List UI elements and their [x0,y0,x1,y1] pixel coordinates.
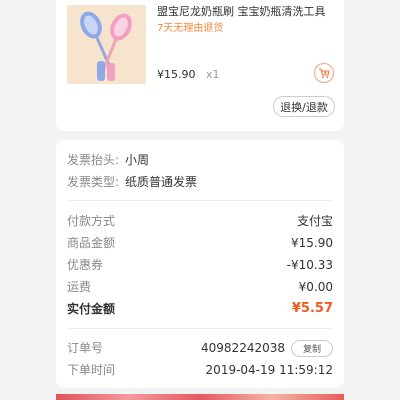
goods-amount-label: 商品金额 [67,236,116,250]
total-paid-label: 实付金额 [67,302,116,316]
invoice-header-label: 发票抬头: [67,153,120,167]
payment-method-label: 付款方式 [67,214,116,228]
product-image[interactable] [67,5,146,84]
payment-method-value: 支付宝 [296,214,333,228]
coupon-label: 优惠券 [67,258,104,272]
order-number-value: 40982242038 [201,341,285,355]
product-card: 盟宝尼龙奶瓶刷 宝宝奶瓶清洗工具 7天无理由退货 ¥15.90 x1 退换/退款 [56,0,344,131]
order-number-row: 订单号 40982242038 复制 [67,339,333,357]
product-title[interactable]: 盟宝尼龙奶瓶刷 宝宝奶瓶清洗工具 [157,5,337,19]
coupon-value: -¥10.33 [286,258,333,272]
shipping-value: ¥0.00 [298,280,333,294]
shipping-row: 运费 ¥0.00 [67,279,333,295]
invoice-header-value: 小周 [125,153,150,167]
bottom-banner-strip [56,394,344,400]
return-policy-tag: 7天无理由退货 [157,23,224,34]
cart-add-icon [319,68,330,79]
product-price: ¥15.90 [157,68,196,81]
copy-order-number-button[interactable]: 复制 [291,339,333,357]
goods-amount-row: 商品金额 ¥15.90 [67,235,333,251]
divider [67,328,333,329]
goods-amount-value: ¥15.90 [291,236,333,250]
order-details-card: 发票抬头: 小周 发票类型: 纸质普通发票 付款方式 支付宝 商品金额 ¥15.… [56,140,344,388]
divider [67,200,333,201]
invoice-header-row: 发票抬头: 小周 [67,152,333,168]
total-paid-row: 实付金额 ¥5.57 [67,301,333,317]
shipping-label: 运费 [67,280,92,294]
bottle-brush-image [67,5,146,84]
order-time-row: 下单时间 2019-04-19 11:59:12 [67,362,333,378]
coupon-row: 优惠券 -¥10.33 [67,257,333,273]
order-time-value: 2019-04-19 11:59:12 [205,363,333,377]
order-time-label: 下单时间 [67,363,116,377]
return-refund-button[interactable]: 退换/退款 [273,96,335,117]
payment-method-row: 付款方式 支付宝 [67,213,333,229]
total-paid-value: ¥5.57 [291,301,333,316]
order-number-label: 订单号 [67,341,104,355]
invoice-type-value: 纸质普通发票 [125,175,198,189]
invoice-type-row: 发票类型: 纸质普通发票 [67,174,333,190]
invoice-type-label: 发票类型: [67,175,120,189]
product-quantity: x1 [206,68,220,81]
add-to-cart-button[interactable] [314,63,334,83]
